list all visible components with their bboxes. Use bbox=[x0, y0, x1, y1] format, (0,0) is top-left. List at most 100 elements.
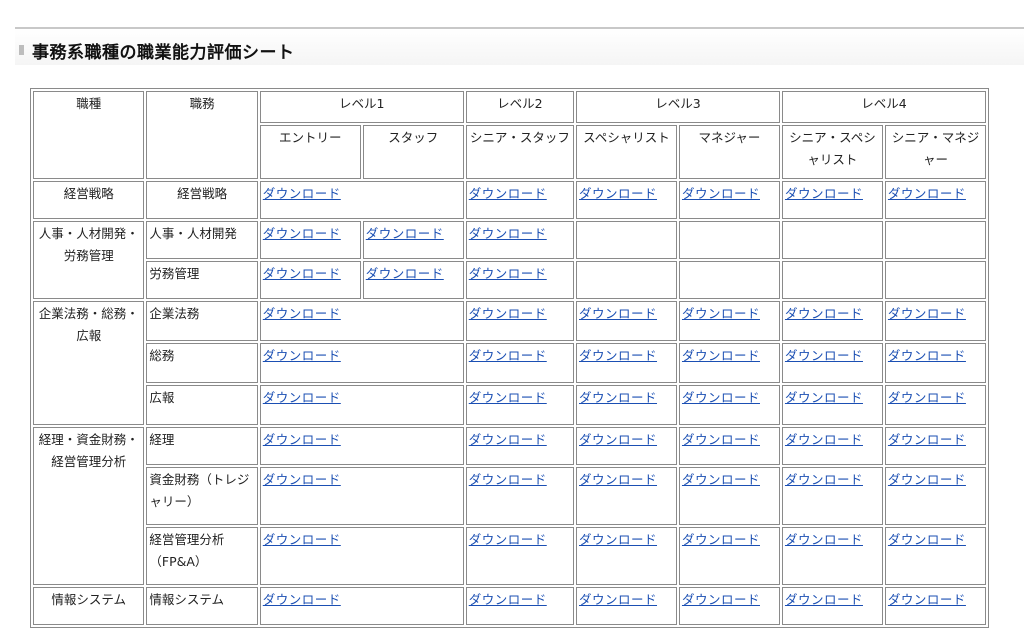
download-link[interactable]: ダウンロード bbox=[888, 348, 966, 363]
level2-cell: ダウンロード bbox=[465, 467, 574, 525]
header-level-2: レベル2 bbox=[465, 91, 574, 123]
senior-specialist-cell: ダウンロード bbox=[781, 527, 883, 585]
level2-cell: ダウンロード bbox=[465, 527, 574, 585]
download-link[interactable]: ダウンロード bbox=[469, 226, 547, 241]
download-link[interactable]: ダウンロード bbox=[263, 432, 341, 447]
header-level-1: レベル1 bbox=[259, 91, 464, 123]
download-link[interactable]: ダウンロード bbox=[579, 348, 657, 363]
download-link[interactable]: ダウンロード bbox=[263, 186, 341, 201]
empty-cell bbox=[678, 221, 780, 259]
category-cell: 企業法務・総務・広報 bbox=[33, 301, 145, 425]
header-senior-staff: シニア・スタッフ bbox=[465, 125, 574, 179]
level1-cell: ダウンロード bbox=[259, 181, 464, 219]
download-link[interactable]: ダウンロード bbox=[785, 390, 863, 405]
level1-cell: ダウンロード bbox=[259, 343, 464, 383]
duty-cell: 労務管理 bbox=[146, 261, 258, 299]
download-link[interactable]: ダウンロード bbox=[263, 592, 341, 607]
download-link[interactable]: ダウンロード bbox=[888, 390, 966, 405]
download-link[interactable]: ダウンロード bbox=[469, 390, 547, 405]
table-row: 資金財務（トレジャリー） ダウンロード ダウンロード ダウンロード ダウンロード… bbox=[33, 467, 986, 525]
download-link[interactable]: ダウンロード bbox=[682, 472, 760, 487]
download-link[interactable]: ダウンロード bbox=[682, 592, 760, 607]
senior-manager-cell: ダウンロード bbox=[884, 527, 986, 585]
download-link[interactable]: ダウンロード bbox=[469, 348, 547, 363]
download-link[interactable]: ダウンロード bbox=[579, 186, 657, 201]
download-link[interactable]: ダウンロード bbox=[469, 592, 547, 607]
download-link[interactable]: ダウンロード bbox=[785, 432, 863, 447]
download-link[interactable]: ダウンロード bbox=[469, 186, 547, 201]
download-link[interactable]: ダウンロード bbox=[263, 390, 341, 405]
download-link[interactable]: ダウンロード bbox=[888, 186, 966, 201]
level1-cell: ダウンロード bbox=[259, 467, 464, 525]
level2-cell: ダウンロード bbox=[465, 261, 574, 299]
senior-specialist-cell: ダウンロード bbox=[781, 427, 883, 465]
duty-cell: 経営戦略 bbox=[146, 181, 258, 219]
download-link[interactable]: ダウンロード bbox=[785, 306, 863, 321]
duty-cell: 広報 bbox=[146, 385, 258, 425]
download-link[interactable]: ダウンロード bbox=[785, 472, 863, 487]
senior-specialist-cell: ダウンロード bbox=[781, 343, 883, 383]
manager-cell: ダウンロード bbox=[678, 181, 780, 219]
download-link[interactable]: ダウンロード bbox=[469, 472, 547, 487]
download-link[interactable]: ダウンロード bbox=[888, 306, 966, 321]
download-link[interactable]: ダウンロード bbox=[579, 390, 657, 405]
download-link[interactable]: ダウンロード bbox=[366, 226, 444, 241]
download-link[interactable]: ダウンロード bbox=[785, 186, 863, 201]
download-link[interactable]: ダウンロード bbox=[682, 186, 760, 201]
specialist-cell: ダウンロード bbox=[576, 181, 677, 219]
table-row: 企業法務・総務・広報 企業法務 ダウンロード ダウンロード ダウンロード ダウン… bbox=[33, 301, 986, 425]
header-shokumu: 職務 bbox=[146, 91, 258, 179]
download-link[interactable]: ダウンロード bbox=[579, 532, 657, 547]
header-staff: スタッフ bbox=[362, 125, 464, 179]
download-link[interactable]: ダウンロード bbox=[785, 532, 863, 547]
download-link[interactable]: ダウンロード bbox=[682, 432, 760, 447]
level2-cell: ダウンロード bbox=[465, 181, 574, 219]
download-link[interactable]: ダウンロード bbox=[263, 306, 341, 321]
download-link[interactable]: ダウンロード bbox=[579, 592, 657, 607]
title-marker-icon bbox=[19, 45, 24, 55]
download-link[interactable]: ダウンロード bbox=[469, 306, 547, 321]
header-shokushu: 職種 bbox=[33, 91, 145, 179]
download-link[interactable]: ダウンロード bbox=[579, 432, 657, 447]
download-link[interactable]: ダウンロード bbox=[263, 472, 341, 487]
download-link[interactable]: ダウンロード bbox=[682, 348, 760, 363]
empty-cell bbox=[884, 221, 986, 259]
download-link[interactable]: ダウンロード bbox=[888, 432, 966, 447]
manager-cell: ダウンロード bbox=[678, 587, 780, 625]
download-link[interactable]: ダウンロード bbox=[263, 532, 341, 547]
senior-manager-cell: ダウンロード bbox=[884, 301, 986, 341]
download-link[interactable]: ダウンロード bbox=[888, 472, 966, 487]
download-link[interactable]: ダウンロード bbox=[579, 306, 657, 321]
download-link[interactable]: ダウンロード bbox=[469, 532, 547, 547]
download-link[interactable]: ダウンロード bbox=[469, 432, 547, 447]
table-row: 総務 ダウンロード ダウンロード ダウンロード ダウンロード ダウンロード ダウ… bbox=[33, 343, 986, 383]
download-link[interactable]: ダウンロード bbox=[785, 592, 863, 607]
download-link[interactable]: ダウンロード bbox=[469, 266, 547, 281]
duty-cell: 企業法務 bbox=[146, 301, 258, 341]
download-link[interactable]: ダウンロード bbox=[888, 532, 966, 547]
duty-cell: 総務 bbox=[146, 343, 258, 383]
manager-cell: ダウンロード bbox=[678, 527, 780, 585]
entry-cell: ダウンロード bbox=[259, 221, 361, 259]
specialist-cell: ダウンロード bbox=[576, 385, 677, 425]
download-link[interactable]: ダウンロード bbox=[263, 348, 341, 363]
download-link[interactable]: ダウンロード bbox=[263, 266, 341, 281]
senior-manager-cell: ダウンロード bbox=[884, 587, 986, 625]
category-cell: 経営戦略 bbox=[33, 181, 145, 219]
category-cell: 経理・資金財務・経営管理分析 bbox=[33, 427, 145, 585]
download-link[interactable]: ダウンロード bbox=[682, 306, 760, 321]
specialist-cell: ダウンロード bbox=[576, 587, 677, 625]
manager-cell: ダウンロード bbox=[678, 385, 780, 425]
download-link[interactable]: ダウンロード bbox=[682, 532, 760, 547]
level1-cell: ダウンロード bbox=[259, 527, 464, 585]
download-link[interactable]: ダウンロード bbox=[263, 226, 341, 241]
download-link[interactable]: ダウンロード bbox=[579, 472, 657, 487]
level2-cell: ダウンロード bbox=[465, 343, 574, 383]
download-link[interactable]: ダウンロード bbox=[888, 592, 966, 607]
evaluation-sheet-table: 職種 職務 レベル1 レベル2 レベル3 レベル4 エントリー スタッフ シニア… bbox=[30, 88, 989, 628]
download-link[interactable]: ダウンロード bbox=[366, 266, 444, 281]
header-senior-manager: シニア・マネジャー bbox=[884, 125, 986, 179]
download-link[interactable]: ダウンロード bbox=[785, 348, 863, 363]
level2-cell: ダウンロード bbox=[465, 427, 574, 465]
download-link[interactable]: ダウンロード bbox=[682, 390, 760, 405]
